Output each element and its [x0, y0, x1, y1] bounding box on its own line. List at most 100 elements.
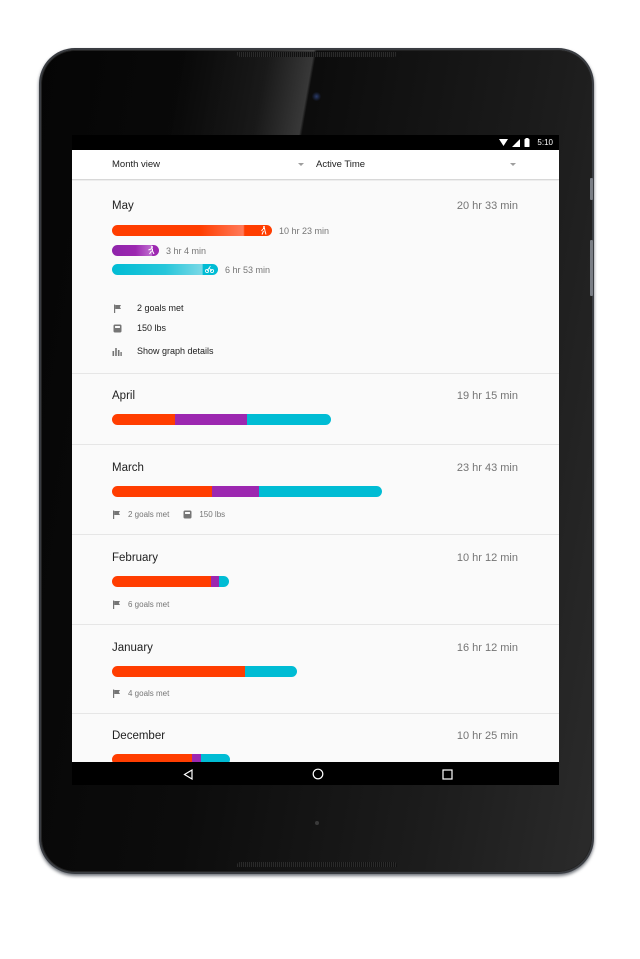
goals-met-text: 2 goals met	[128, 510, 170, 519]
activity-row-run: 3 hr 4 min	[112, 245, 206, 256]
bike-bar	[112, 264, 218, 275]
goals-met-meta: 2 goals met	[112, 510, 169, 519]
recents-button[interactable]	[440, 767, 454, 781]
flag-icon	[112, 303, 122, 313]
power-button[interactable]	[590, 178, 593, 200]
segment-walk	[112, 666, 245, 677]
month-card-february[interactable]: February 10 hr 12 min 6 goals met	[72, 535, 559, 625]
recents-icon	[441, 768, 453, 780]
goals-met-text: 6 goals met	[128, 600, 170, 609]
month-title: December	[112, 730, 166, 742]
stacked-activity-bar	[112, 486, 382, 497]
volume-rocker[interactable]	[590, 240, 593, 296]
flag-icon	[112, 600, 121, 609]
signal-icon	[512, 138, 521, 147]
segment-run	[192, 754, 201, 762]
month-title: January	[112, 642, 153, 654]
activity-duration: 3 hr 4 min	[166, 245, 207, 256]
segment-run	[175, 414, 247, 425]
dropdown-arrow-icon	[298, 162, 304, 166]
month-title: April	[112, 390, 136, 402]
goals-met-text: 4 goals met	[128, 689, 170, 698]
activity-duration: 10 hr 23 min	[279, 225, 330, 236]
stacked-activity-bar	[112, 754, 230, 762]
weight-line: 150 lbs	[112, 323, 166, 333]
month-list: May 20 hr 33 min 10 hr 23 min 3 hr 4 min	[72, 181, 559, 762]
activity-row-walk: 10 hr 23 min	[112, 225, 329, 236]
home-button[interactable]	[311, 767, 325, 781]
flag-icon	[112, 510, 121, 519]
back-icon	[183, 768, 193, 780]
show-graph-details-link[interactable]: Show graph details	[112, 346, 214, 356]
scale-icon	[112, 323, 122, 333]
month-total: 16 hr 12 min	[456, 642, 518, 654]
home-icon	[312, 768, 324, 780]
month-total: 23 hr 43 min	[456, 462, 518, 474]
weight-meta: 150 lbs	[183, 510, 225, 519]
segment-walk	[112, 754, 192, 762]
segment-bike	[219, 576, 229, 587]
back-button[interactable]	[181, 767, 195, 781]
wifi-icon	[499, 138, 509, 146]
screen: 5:10 Month view Active Time May 20 hr 33…	[72, 135, 559, 785]
metric-dropdown-label: Active Time	[316, 159, 366, 170]
segment-run	[212, 486, 259, 497]
scale-icon	[183, 510, 192, 519]
activity-duration: 6 hr 53 min	[225, 264, 271, 275]
month-meta: 4 goals met	[112, 689, 183, 698]
segment-bike	[259, 486, 382, 497]
stacked-activity-bar	[112, 414, 331, 425]
segment-walk	[112, 486, 212, 497]
clock: 5:10	[537, 138, 553, 147]
goals-met-line: 2 goals met	[112, 303, 184, 313]
activity-row-bike: 6 hr 53 min	[112, 264, 270, 275]
app-header: Month view Active Time	[72, 150, 559, 180]
month-title: May	[112, 200, 134, 212]
show-graph-details-text: Show graph details	[137, 346, 214, 356]
month-total: 20 hr 33 min	[456, 200, 518, 212]
view-dropdown[interactable]: Month view	[112, 150, 304, 180]
segment-bike	[247, 414, 331, 425]
metric-dropdown[interactable]: Active Time	[316, 150, 516, 180]
run-bar	[112, 245, 159, 256]
segment-walk	[112, 576, 211, 587]
month-card-may[interactable]: May 20 hr 33 min 10 hr 23 min 3 hr 4 min	[72, 181, 559, 374]
battery-icon	[524, 138, 530, 147]
status-bar: 5:10	[72, 135, 559, 150]
walk-bar	[112, 225, 272, 236]
month-card-december[interactable]: December 10 hr 25 min	[72, 714, 559, 762]
biking-icon	[204, 265, 215, 274]
walking-icon	[259, 226, 268, 235]
month-meta: 2 goals met 150 lbs	[112, 510, 239, 519]
flag-icon	[112, 689, 121, 698]
bar-chart-icon	[112, 346, 122, 356]
navigation-bar	[72, 762, 559, 785]
view-dropdown-label: Month view	[112, 159, 161, 170]
segment-run	[211, 576, 219, 587]
month-card-january[interactable]: January 16 hr 12 min 4 goals met	[72, 625, 559, 714]
stacked-activity-bar	[112, 576, 229, 587]
dropdown-arrow-icon	[510, 162, 516, 166]
bottom-sensor	[315, 821, 319, 825]
top-speaker-grille	[237, 52, 397, 57]
month-title: February	[112, 552, 159, 564]
segment-walk	[112, 414, 175, 425]
goals-met-meta: 4 goals met	[112, 689, 169, 698]
weight-text: 150 lbs	[137, 323, 167, 333]
month-card-april[interactable]: April 19 hr 15 min	[72, 374, 559, 445]
month-total: 10 hr 12 min	[456, 552, 518, 564]
goals-met-meta: 6 goals met	[112, 600, 169, 609]
bottom-speaker-grille	[237, 862, 397, 867]
month-card-march[interactable]: March 23 hr 43 min 2 goals met 150 lbs	[72, 445, 559, 535]
month-meta: 6 goals met	[112, 600, 183, 609]
weight-text: 150 lbs	[199, 510, 226, 519]
stacked-activity-bar	[112, 666, 297, 677]
month-total: 19 hr 15 min	[456, 390, 518, 402]
segment-bike	[245, 666, 297, 677]
running-icon	[146, 246, 155, 255]
goals-met-text: 2 goals met	[137, 303, 184, 313]
segment-bike	[201, 754, 230, 762]
front-camera	[312, 92, 321, 101]
month-title: March	[112, 462, 144, 474]
month-total: 10 hr 25 min	[456, 730, 518, 742]
